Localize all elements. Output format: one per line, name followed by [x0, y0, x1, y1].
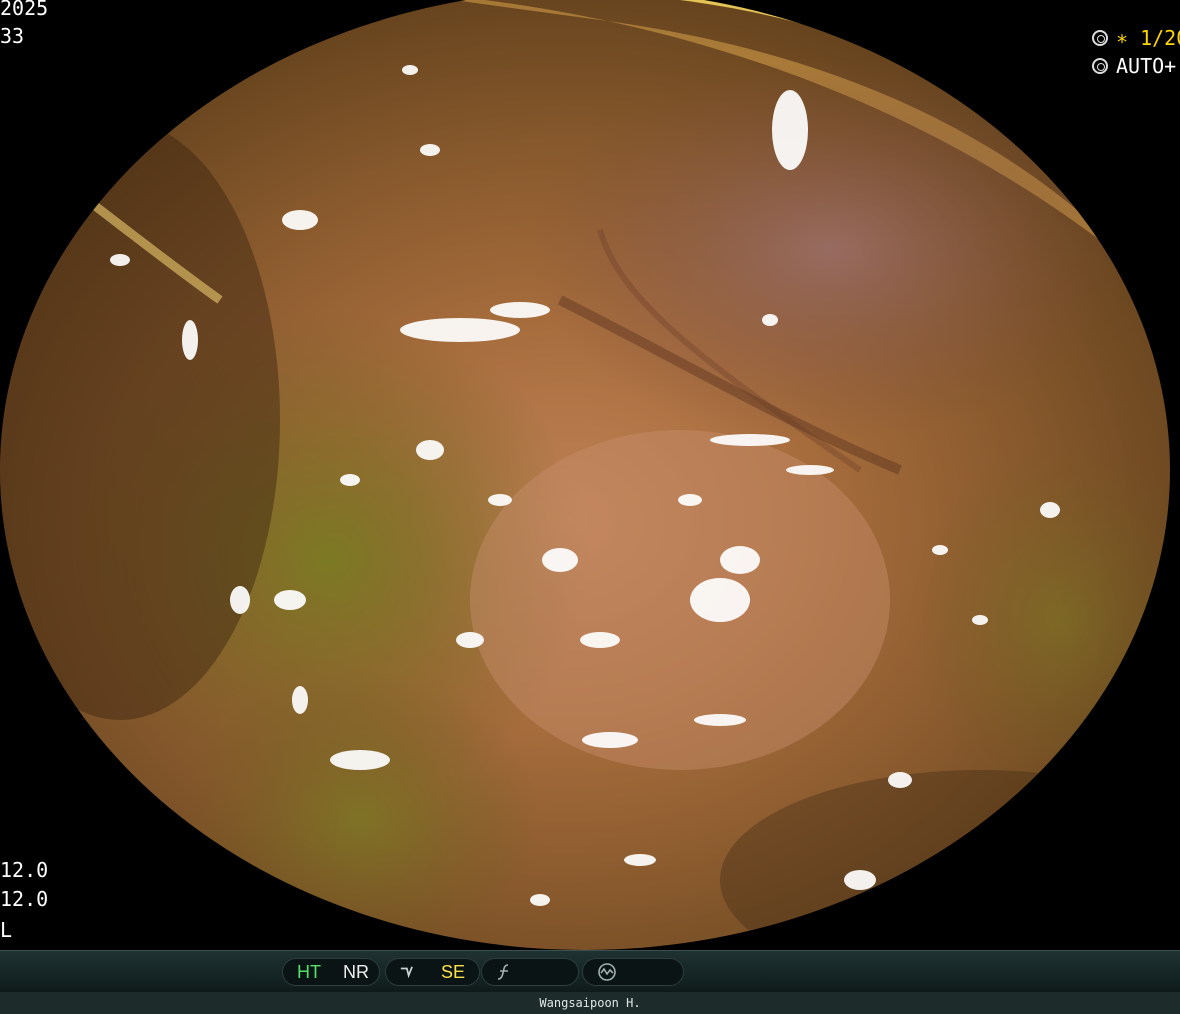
se-indicator[interactable]: SE [441, 962, 465, 983]
setting-readout-2: 12.0 [0, 887, 49, 911]
exposure-icon [1092, 58, 1108, 74]
function-group[interactable] [481, 958, 579, 986]
status-bar: HT NR SE [0, 950, 1180, 993]
function-icon [497, 964, 509, 980]
mode-row: AUTO+ [1092, 54, 1176, 78]
mode-value: AUTO+ [1116, 54, 1177, 78]
signal-group[interactable] [582, 958, 684, 986]
nr-indicator[interactable]: NR [343, 962, 369, 983]
setting-readout-1: 12.0 [0, 858, 49, 882]
setting-readout-3: L [0, 918, 13, 942]
date-readout: 2025 [0, 0, 49, 20]
operator-name: Wangsaipoon H. [0, 992, 1180, 1014]
signal-icon [598, 963, 616, 981]
time-readout: 33 [0, 24, 25, 48]
endoscope-image [0, 0, 1180, 950]
shutter-row: ∗ 1/20 [1092, 26, 1180, 50]
ht-indicator[interactable]: HT [297, 962, 321, 983]
se-group[interactable]: SE [385, 958, 480, 986]
aperture-icon [1092, 30, 1108, 46]
shutter-value: ∗ 1/20 [1116, 26, 1180, 50]
ht-nr-group[interactable]: HT NR [282, 958, 380, 986]
trend-icon [400, 966, 413, 979]
